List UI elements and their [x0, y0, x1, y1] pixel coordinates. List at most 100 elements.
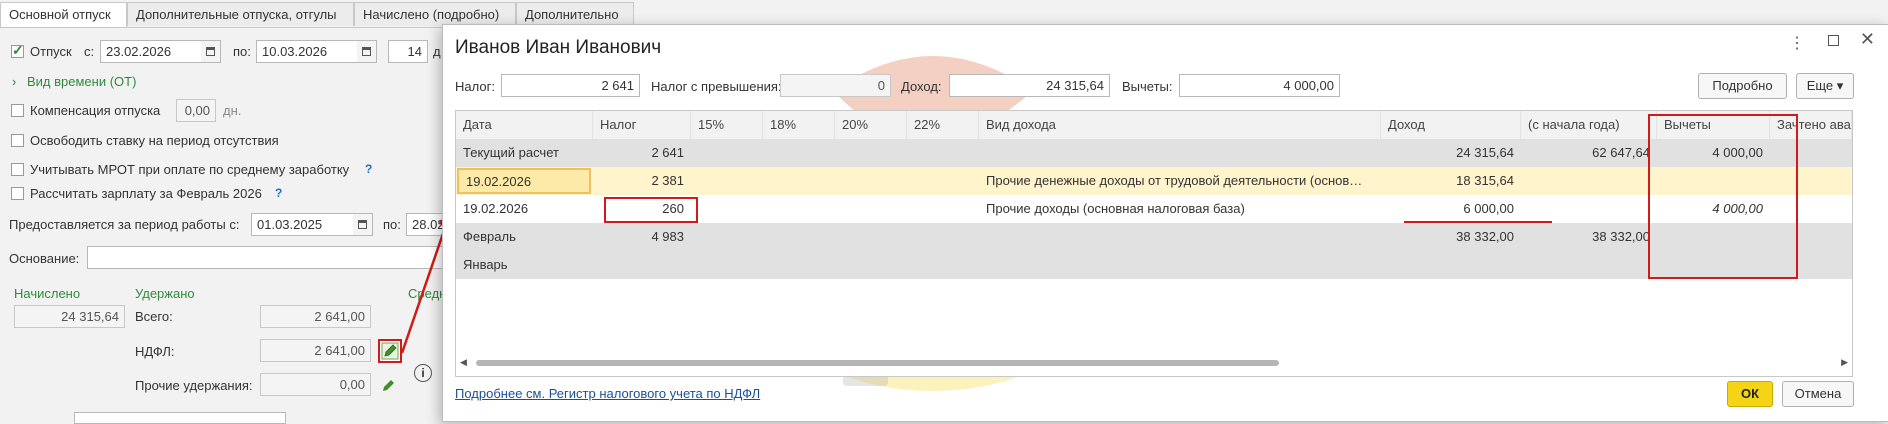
from-date-input[interactable]: 23.02.2026: [100, 40, 202, 63]
scrollbar-thumb[interactable]: [476, 360, 1279, 366]
income-label: Доход:: [901, 79, 942, 94]
ok-button[interactable]: ОК: [1727, 381, 1773, 407]
days-input[interactable]: 14: [388, 40, 428, 63]
withheld-header: Удержано: [135, 286, 195, 301]
accrued-header: Начислено: [14, 286, 81, 301]
other-withholdings-value: 0,00: [260, 373, 371, 396]
period-to-label: по:: [383, 217, 401, 232]
to-label: по:: [233, 44, 251, 59]
vacation-checkbox[interactable]: [11, 42, 24, 59]
register-link[interactable]: Подробнее см. Регистр налогового учета п…: [455, 386, 760, 401]
tab-main-vacation[interactable]: Основной отпуск: [0, 2, 127, 28]
dialog-title: Иванов Иван Иванович: [455, 37, 662, 58]
column-header[interactable]: 15%: [691, 111, 763, 139]
horizontal-scrollbar[interactable]: ◀ ▶: [456, 357, 1852, 369]
deductions-label: Вычеты:: [1122, 79, 1173, 94]
annotation-deductions-box: [1648, 114, 1798, 279]
row-date: 19.02.2026: [463, 201, 529, 216]
column-header[interactable]: Вид дохода: [979, 111, 1381, 139]
pencil-icon[interactable]: [380, 376, 398, 394]
to-date-input[interactable]: 10.03.2026: [256, 40, 358, 63]
column-header[interactable]: 18%: [763, 111, 835, 139]
row-tax: 2 641: [651, 145, 684, 160]
from-label: с:: [84, 44, 95, 59]
compensation-days-input[interactable]: 0,00: [176, 99, 216, 122]
column-header[interactable]: Дата: [456, 111, 593, 139]
tab-additional-vacations[interactable]: Дополнительные отпуска, отгулы: [127, 2, 354, 26]
table-row[interactable]: Текущий расчет 2 641 24 315,64 62 647,64…: [456, 139, 1852, 167]
row-tax: 4 983: [651, 229, 684, 244]
annotation-income-underline: [1404, 221, 1552, 223]
column-header[interactable]: Налог: [593, 111, 691, 139]
average-header: Средн: [408, 286, 447, 301]
bottom-field[interactable]: [74, 412, 286, 424]
row-date: Январь: [463, 257, 508, 272]
tab-accrued-detailed[interactable]: Начислено (подробно): [354, 2, 516, 26]
days-suffix: д: [433, 44, 441, 59]
column-header[interactable]: Доход: [1381, 111, 1521, 139]
cancel-button[interactable]: Отмена: [1782, 381, 1854, 407]
row-income: 6 000,00: [1463, 201, 1514, 216]
period-to-input[interactable]: 28.02.: [406, 213, 446, 236]
compensation-checkbox[interactable]: [11, 104, 24, 117]
vacation-label: Отпуск: [30, 44, 72, 59]
maximize-icon[interactable]: [1828, 35, 1839, 46]
more-button-label: Еще: [1806, 78, 1834, 93]
time-type-link[interactable]: Вид времени (ОТ): [27, 74, 136, 89]
calendar-icon[interactable]: [357, 40, 377, 63]
tax-register-table[interactable]: Дата Налог 15% 18% 20% 22% Вид дохода До…: [455, 110, 1853, 377]
close-icon[interactable]: ✕: [1860, 29, 1875, 50]
compensation-unit: дн.: [223, 103, 242, 118]
help-icon[interactable]: ?: [365, 162, 372, 176]
table-row[interactable]: Январь: [456, 251, 1852, 279]
tax-value[interactable]: 2 641: [501, 74, 640, 97]
table-row[interactable]: 19.02.2026 2 381 Прочие денежные доходы …: [456, 167, 1852, 195]
row-date: Текущий расчет: [463, 145, 559, 160]
annotation-tax-box: [604, 197, 698, 223]
calc-salary-label: Рассчитать зарплату за Февраль 2026: [30, 186, 262, 201]
row-income: 38 332,00: [1456, 229, 1514, 244]
detail-button[interactable]: Подробно: [1698, 73, 1787, 99]
row-ytd: 62 647,64: [1592, 145, 1650, 160]
deductions-value[interactable]: 4 000,00: [1179, 74, 1340, 97]
row-ytd: 38 332,00: [1592, 229, 1650, 244]
scroll-left-icon[interactable]: ◀: [460, 357, 467, 368]
scroll-right-icon[interactable]: ▶: [1841, 357, 1848, 368]
other-withholdings-label: Прочие удержания:: [135, 378, 253, 393]
tab-additional[interactable]: Дополнительно: [516, 2, 634, 26]
help-icon[interactable]: ?: [275, 186, 282, 200]
pencil-icon: [381, 342, 399, 360]
calendar-icon[interactable]: [201, 40, 221, 63]
row-income-kind: Прочие денежные доходы от трудовой деяте…: [986, 173, 1363, 188]
more-button[interactable]: Еще ▾: [1796, 73, 1854, 99]
calendar-icon[interactable]: [353, 213, 373, 236]
tax-excess-label: Налог с превышения:: [651, 79, 782, 94]
calc-salary-checkbox[interactable]: [11, 187, 24, 200]
ndfl-label: НДФЛ:: [135, 344, 175, 359]
tax-label: Налог:: [455, 79, 495, 94]
column-header[interactable]: 20%: [835, 111, 907, 139]
chevron-right-icon[interactable]: ›: [12, 74, 16, 89]
tax-excess-value[interactable]: 0: [780, 74, 891, 97]
mrot-checkbox[interactable]: [11, 163, 24, 176]
period-from-input[interactable]: 01.03.2025: [251, 213, 354, 236]
total-value: 2 641,00: [260, 305, 371, 328]
row-income: 24 315,64: [1456, 145, 1514, 160]
info-icon[interactable]: i: [414, 364, 432, 382]
ndfl-value: 2 641,00: [260, 339, 371, 362]
compensation-label: Компенсация отпуска: [30, 103, 161, 118]
row-date[interactable]: 19.02.2026: [457, 168, 591, 194]
income-value[interactable]: 24 315,64: [949, 74, 1110, 97]
mrot-label: Учитывать МРОТ при оплате по среднему за…: [30, 162, 350, 177]
row-tax: 2 381: [651, 173, 684, 188]
row-date: Февраль: [463, 229, 516, 244]
more-menu-icon[interactable]: ⋮: [1789, 33, 1805, 53]
free-rate-label: Освободить ставку на период отсутствия: [30, 133, 279, 148]
ndfl-edit-button[interactable]: [378, 339, 402, 363]
column-header[interactable]: (с начала года): [1521, 111, 1657, 139]
column-header[interactable]: 22%: [907, 111, 979, 139]
free-rate-checkbox[interactable]: [11, 134, 24, 147]
row-income-kind: Прочие доходы (основная налоговая база): [986, 201, 1245, 216]
table-row[interactable]: Февраль 4 983 38 332,00 38 332,00: [456, 223, 1852, 251]
basis-input[interactable]: [87, 246, 443, 269]
